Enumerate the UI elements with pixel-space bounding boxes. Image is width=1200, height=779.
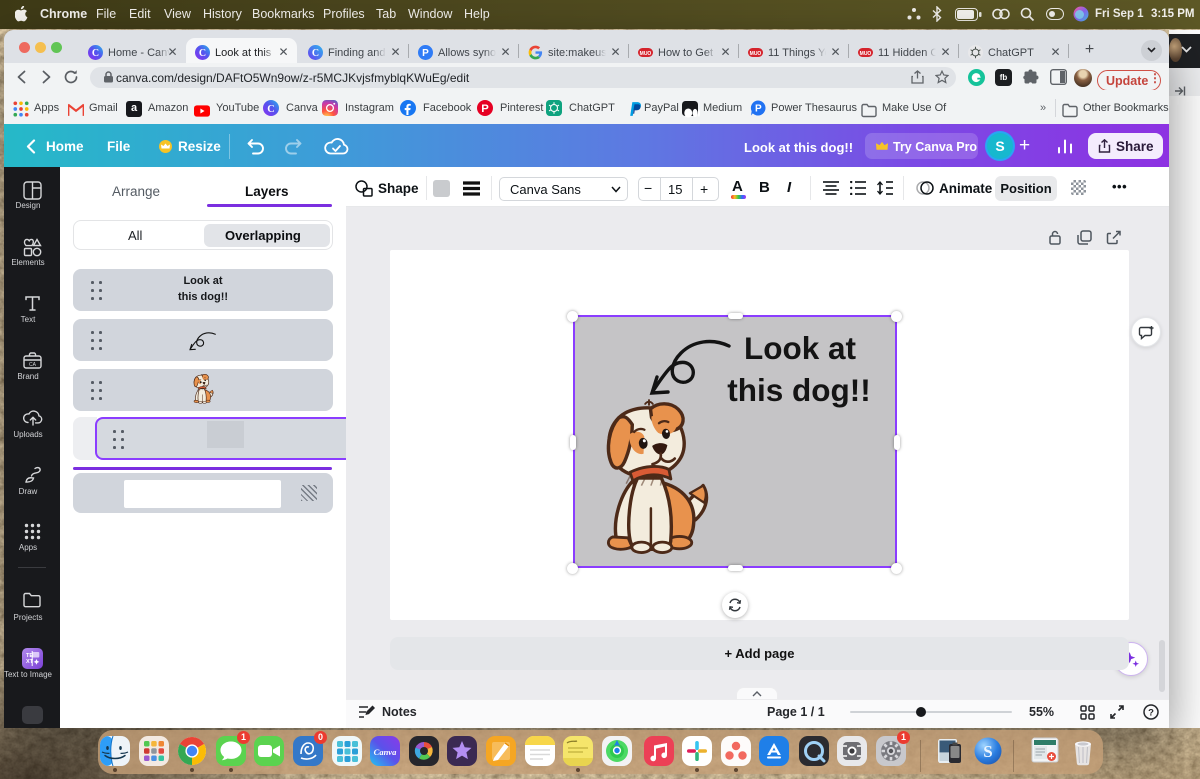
svg-text:C: C (92, 48, 99, 59)
svg-text:C: C (312, 48, 319, 59)
svg-text:?: ? (1148, 708, 1154, 719)
svg-text:P: P (422, 48, 429, 59)
svg-text:C: C (267, 104, 274, 115)
svg-text:Canva: Canva (374, 747, 397, 757)
svg-text:this dog!!: this dog!! (727, 372, 870, 408)
svg-text:MUO: MUO (860, 51, 872, 57)
svg-text:C: C (199, 48, 206, 59)
svg-text:P: P (755, 104, 762, 115)
svg-text:CA: CA (29, 362, 37, 368)
svg-text:S: S (983, 742, 992, 761)
svg-text:P: P (481, 103, 489, 115)
svg-text:Look at: Look at (744, 330, 857, 366)
svg-text:MUO: MUO (640, 51, 652, 57)
svg-text:MUO: MUO (750, 51, 762, 57)
